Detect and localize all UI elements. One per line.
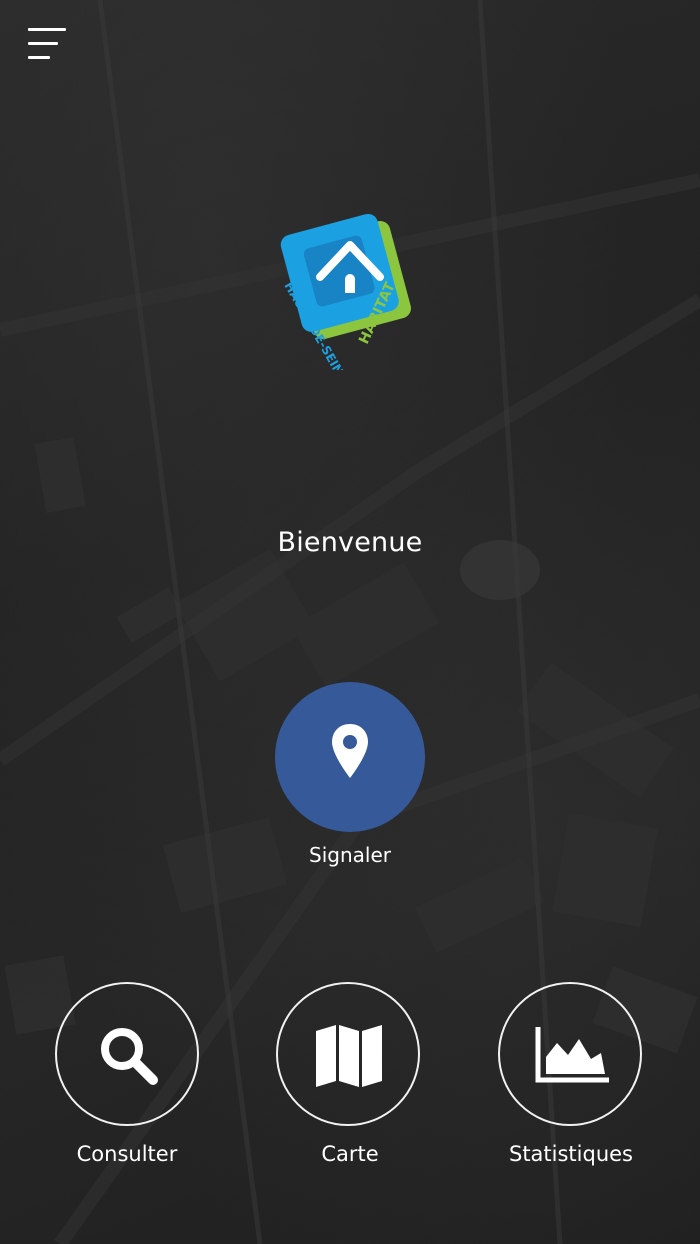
carte-button[interactable] <box>276 982 420 1126</box>
area-chart-icon <box>535 1027 609 1083</box>
statistiques-button[interactable] <box>498 982 642 1126</box>
hamburger-menu-icon[interactable] <box>22 22 72 68</box>
carte-label: Carte <box>321 1142 379 1166</box>
consulter-button[interactable] <box>55 982 199 1126</box>
menu-line <box>28 56 50 59</box>
map-icon <box>316 1025 382 1087</box>
home-screen: HAUTS-DE-SEINE HABITAT Bienvenue Signale… <box>0 0 700 1244</box>
signaler-label: Signaler <box>309 843 391 867</box>
map-pin-icon <box>332 724 368 778</box>
welcome-text: Bienvenue <box>277 527 423 558</box>
statistiques-label: Statistiques <box>508 1142 633 1166</box>
hauts-de-seine-habitat-logo: HAUTS-DE-SEINE HABITAT <box>280 213 411 370</box>
signaler-button[interactable] <box>275 682 425 832</box>
menu-line <box>28 28 66 31</box>
menu-line <box>28 42 58 45</box>
search-icon <box>101 1028 158 1085</box>
consulter-label: Consulter <box>76 1142 178 1166</box>
